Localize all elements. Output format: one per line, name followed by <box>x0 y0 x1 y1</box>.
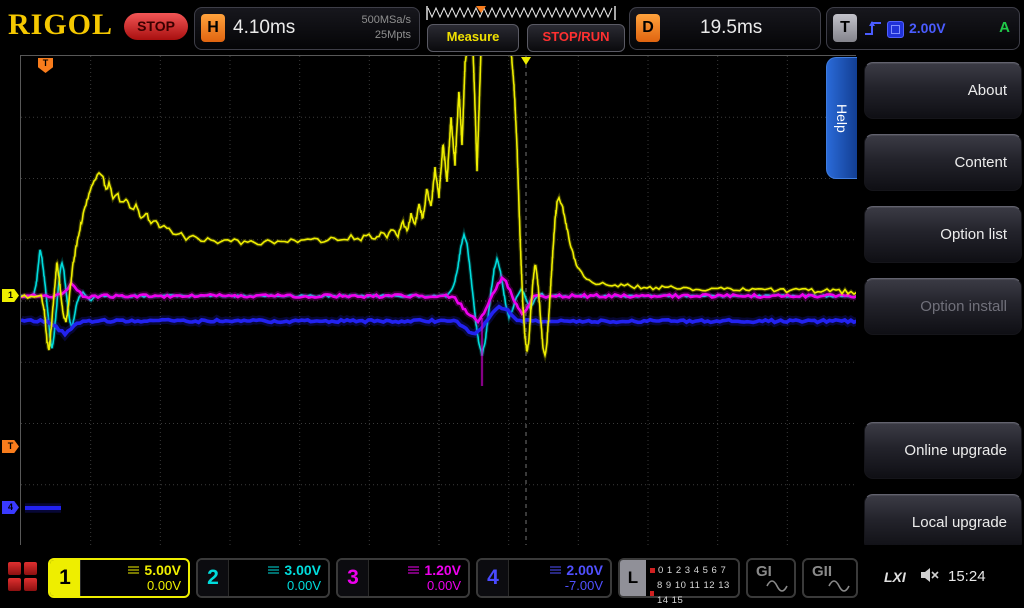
channel2-box[interactable]: 2 3.00V 0.00V <box>196 558 330 598</box>
generator1-label: GI <box>756 563 772 580</box>
channel3-box[interactable]: 3 1.20V 0.00V <box>336 558 470 598</box>
menu-button-local-upgrade[interactable]: Local upgrade <box>864 494 1022 551</box>
menu-button-option-list[interactable]: Option list <box>864 206 1022 263</box>
menu-button-content[interactable]: Content <box>864 134 1022 191</box>
ch1-position-marker[interactable]: 1 <box>2 289 19 302</box>
help-menu-tab[interactable]: Help <box>826 57 857 179</box>
trigger-level-marker[interactable]: T <box>2 440 19 453</box>
menu-empty-slot <box>856 343 1024 415</box>
logic-digits-row1: 0 1 2 3 4 5 6 7 <box>658 563 726 578</box>
waveform-canvas[interactable] <box>21 56 857 546</box>
lxi-indicator: LXI <box>884 569 906 585</box>
memory-position-preview[interactable] <box>424 5 618 21</box>
channel2-number: 2 <box>198 560 229 596</box>
logic-digits-row2: 8 9 10 11 12 13 14 15 <box>657 578 738 608</box>
logic-indicator <box>650 568 655 573</box>
coupling-icon <box>127 565 140 575</box>
menu-sidebar: Help About Content Option list Option in… <box>856 55 1024 560</box>
channel1-offset: 0.00V <box>147 578 181 594</box>
sound-muted-icon <box>920 567 940 583</box>
top-status-bar: RIGOL STOP H 4.10ms 500MSa/s 25Mpts Meas… <box>0 0 1024 55</box>
logic-analyzer-box[interactable]: L 0 1 2 3 4 5 6 7 8 9 10 11 12 13 14 15 <box>618 558 740 598</box>
coupling-icon <box>407 565 420 575</box>
acquisition-info: 500MSa/s 25Mpts <box>361 13 411 43</box>
memory-depth: 25Mpts <box>361 28 411 43</box>
coupling-icon <box>549 565 562 575</box>
trigger-label: T <box>833 14 857 42</box>
logic-label: L <box>620 560 646 596</box>
channel3-offset: 0.00V <box>427 578 461 594</box>
stop-run-button[interactable]: STOP/RUN <box>527 24 625 52</box>
channel1-scale: 5.00V <box>144 562 181 578</box>
trigger-level-value: 2.00V <box>909 20 946 36</box>
channel2-offset: 0.00V <box>287 578 321 594</box>
delay-value: 19.5ms <box>700 17 762 39</box>
trigger-source-icon <box>887 21 904 38</box>
channel3-number: 3 <box>338 560 369 596</box>
menu-button-online-upgrade[interactable]: Online upgrade <box>864 422 1022 479</box>
logic-indicator <box>650 591 654 596</box>
multi-window-icon[interactable] <box>8 562 37 591</box>
sine-wave-icon <box>766 580 788 592</box>
horizontal-label: H <box>201 14 225 42</box>
run-status-badge: STOP <box>124 13 188 40</box>
channel1-box[interactable]: 1 5.00V 0.00V <box>48 558 190 598</box>
measure-button[interactable]: Measure <box>427 24 519 52</box>
ch4-position-marker[interactable]: 4 <box>2 501 19 514</box>
menu-button-option-install: Option install <box>864 278 1022 335</box>
delay-label: D <box>636 14 660 42</box>
channel3-scale: 1.20V <box>424 562 461 578</box>
channel4-offset: -7.00V <box>565 578 603 594</box>
sample-rate: 500MSa/s <box>361 13 411 28</box>
generator1-box[interactable]: GI <box>746 558 796 598</box>
timebase-value: 4.10ms <box>233 17 295 39</box>
trigger-slope-icon <box>863 18 883 38</box>
channel1-number: 1 <box>50 560 81 596</box>
coupling-icon <box>267 565 280 575</box>
channel4-number: 4 <box>478 560 509 596</box>
delay-panel[interactable]: D 19.5ms <box>629 7 821 50</box>
menu-button-about[interactable]: About <box>864 62 1022 119</box>
trigger-source-label: A <box>999 19 1010 36</box>
horizontal-timebase-panel[interactable]: H 4.10ms 500MSa/s 25Mpts <box>194 7 420 50</box>
generator2-box[interactable]: GII <box>802 558 858 598</box>
channel2-scale: 3.00V <box>284 562 321 578</box>
trigger-panel[interactable]: T 2.00V A <box>826 7 1020 50</box>
generator2-label: GII <box>812 563 832 580</box>
bottom-status-bar: 1 5.00V 0.00V 2 3.00V 0.00V 3 <box>0 545 1024 600</box>
channel4-scale: 2.00V <box>566 562 603 578</box>
graticule[interactable] <box>20 55 858 547</box>
sine-wave-icon <box>828 580 850 592</box>
clock: 15:24 <box>948 568 986 585</box>
channel4-box[interactable]: 4 2.00V -7.00V <box>476 558 612 598</box>
rigol-logo: RIGOL <box>8 8 113 42</box>
